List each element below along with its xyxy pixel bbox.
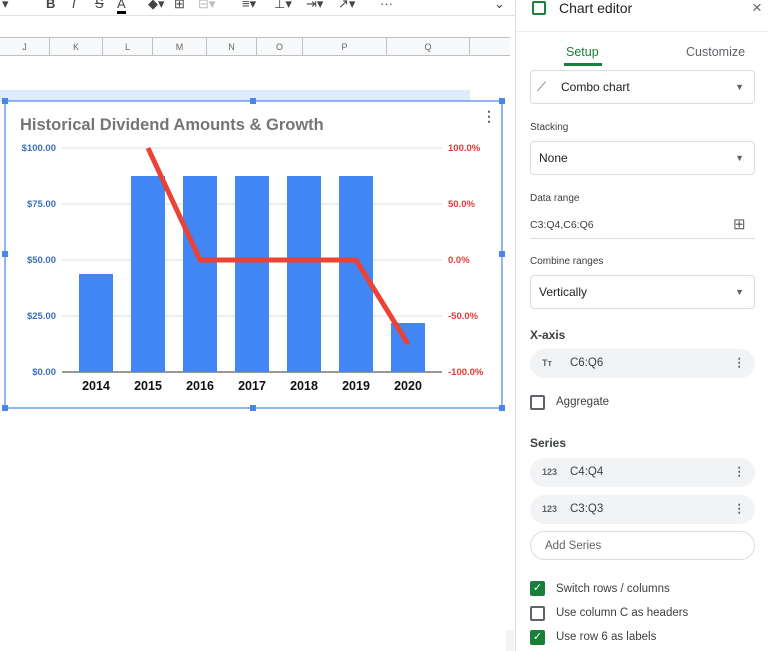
column-header[interactable]: L [103, 38, 153, 56]
rotate-icon[interactable]: ↗▾ [338, 0, 355, 12]
stacking-value: None [539, 151, 568, 165]
bar [287, 176, 321, 372]
line-chart-icon: ⟋ [537, 79, 547, 94]
right-axis-tick: 0.0% [448, 255, 470, 266]
x-axis-tick: 2019 [342, 379, 370, 393]
left-axis-tick: $75.00 [27, 199, 56, 210]
more-vert-icon[interactable]: ⋮ [734, 349, 746, 378]
series-chip[interactable]: 123 C4:Q4 ⋮ [530, 458, 755, 487]
bar [131, 176, 165, 372]
combine-ranges-label: Combine ranges [530, 256, 604, 267]
stacking-label: Stacking [530, 122, 569, 133]
align-icon[interactable]: ≡▾ [242, 0, 256, 12]
dropdown-caret-icon: ▼ [735, 287, 744, 297]
bar [235, 176, 269, 372]
column-header[interactable]: K [50, 38, 103, 56]
active-tab-indicator [564, 63, 602, 66]
xaxis-chip[interactable]: Tт C6:Q6 ⋮ [530, 349, 755, 378]
wrap-icon[interactable]: ⇥▾ [306, 0, 323, 12]
left-axis-tick: $50.00 [27, 255, 56, 266]
series-heading: Series [530, 436, 567, 450]
add-series-button[interactable]: Add Series [530, 531, 755, 560]
collapse-icon[interactable]: ⌄ [494, 0, 505, 12]
column-header[interactable]: O [257, 38, 303, 56]
chart-type-value: Combo chart [561, 80, 630, 94]
aggregate-label: Aggregate [556, 396, 610, 408]
bar [391, 323, 425, 372]
x-axis-tick: 2017 [238, 379, 266, 393]
combine-value: Vertically [539, 285, 588, 299]
x-axis-tick: 2014 [82, 379, 110, 393]
select-range-icon[interactable]: ⊞ [733, 215, 746, 233]
chart-title: Historical Dividend Amounts & Growth [20, 116, 324, 134]
combine-ranges-select[interactable]: Vertically ▼ [530, 275, 755, 309]
column-header[interactable]: M [153, 38, 207, 56]
switch-rows-columns-label: Switch rows / columns [556, 583, 670, 595]
series-range: C4:Q4 [570, 466, 604, 478]
chart-type-select[interactable]: ⟋ Combo chart ▼ [530, 70, 755, 104]
strikethrough-button[interactable]: S [95, 0, 104, 11]
borders-icon[interactable]: ⊞ [174, 0, 185, 12]
series-chip[interactable]: 123 C3:Q3 ⋮ [530, 495, 755, 524]
dropdown-caret-icon: ▼ [735, 153, 744, 163]
chart-icon [532, 1, 546, 15]
combo-chart[interactable]: Historical Dividend Amounts & Growth ⋮ $… [0, 95, 510, 415]
more-vert-icon[interactable]: ⋮ [734, 495, 746, 524]
left-axis-tick: $100.00 [22, 143, 56, 154]
left-axis-tick: $0.00 [32, 367, 56, 378]
chart-menu-icon[interactable]: ⋮ [482, 108, 496, 124]
column-headers: J K L M N O P Q [0, 37, 510, 56]
italic-button[interactable]: I [72, 0, 76, 11]
x-axis-tick: 2018 [290, 379, 318, 393]
dropdown-caret-icon: ▼ [735, 82, 744, 92]
column-header[interactable]: P [303, 38, 387, 56]
bar [183, 176, 217, 372]
column-header[interactable]: J [0, 38, 50, 56]
valign-icon[interactable]: ⊥▾ [274, 0, 292, 12]
tab-setup[interactable]: Setup [566, 45, 599, 59]
xaxis-heading: X-axis [530, 328, 566, 342]
x-axis-tick: 2015 [134, 379, 162, 393]
stacking-select[interactable]: None ▼ [530, 141, 755, 175]
aggregate-checkbox[interactable] [530, 395, 545, 410]
right-axis-tick: 100.0% [448, 143, 481, 154]
bar [79, 274, 113, 372]
column-header[interactable]: Q [387, 38, 470, 56]
toolbar: ▾ B I S A ◆▾ ⊞ ⊟▾ ≡▾ ⊥▾ ⇥▾ ↗▾ ··· ⌄ [0, 0, 515, 16]
close-icon[interactable]: × [752, 0, 762, 18]
series-range: C3:Q3 [570, 503, 604, 515]
tab-customize[interactable]: Customize [686, 45, 745, 59]
column-header[interactable]: N [207, 38, 257, 56]
fill-color-icon[interactable]: ◆▾ [148, 0, 165, 12]
text-color-button[interactable]: A [117, 0, 126, 14]
more-button[interactable]: ··· [380, 0, 393, 11]
text-type-icon: Tт [542, 358, 552, 368]
number-type-icon: 123 [542, 467, 558, 477]
switch-rows-columns-checkbox[interactable]: ✓ [530, 581, 545, 596]
chevron-down-icon[interactable]: ▾ [2, 0, 9, 12]
panel-title: Chart editor [559, 0, 633, 16]
row-labels-label: Use row 6 as labels [556, 631, 657, 643]
left-axis-tick: $25.00 [27, 311, 56, 322]
right-axis-tick: -100.0% [448, 367, 484, 378]
data-range-input[interactable]: C3:Q4,C6:Q6 [530, 219, 594, 231]
row-labels-checkbox[interactable]: ✓ [530, 630, 545, 645]
data-range-label: Data range [530, 193, 580, 204]
x-axis-tick: 2016 [186, 379, 214, 393]
merge-cells-icon[interactable]: ⊟▾ [198, 0, 215, 12]
scrollbar[interactable] [506, 630, 514, 651]
xaxis-range: C6:Q6 [570, 357, 604, 369]
chart-editor-panel: Chart editor × Setup Customize ⟋ Combo c… [506, 0, 768, 651]
column-headers-checkbox[interactable] [530, 606, 545, 621]
right-axis-tick: -50.0% [448, 311, 479, 322]
x-axis-tick: 2020 [394, 379, 422, 393]
more-vert-icon[interactable]: ⋮ [734, 458, 746, 487]
number-type-icon: 123 [542, 504, 558, 514]
bold-button[interactable]: B [46, 0, 55, 11]
column-headers-label: Use column C as headers [556, 607, 689, 619]
right-axis-tick: 50.0% [448, 199, 475, 210]
bar [339, 176, 373, 372]
